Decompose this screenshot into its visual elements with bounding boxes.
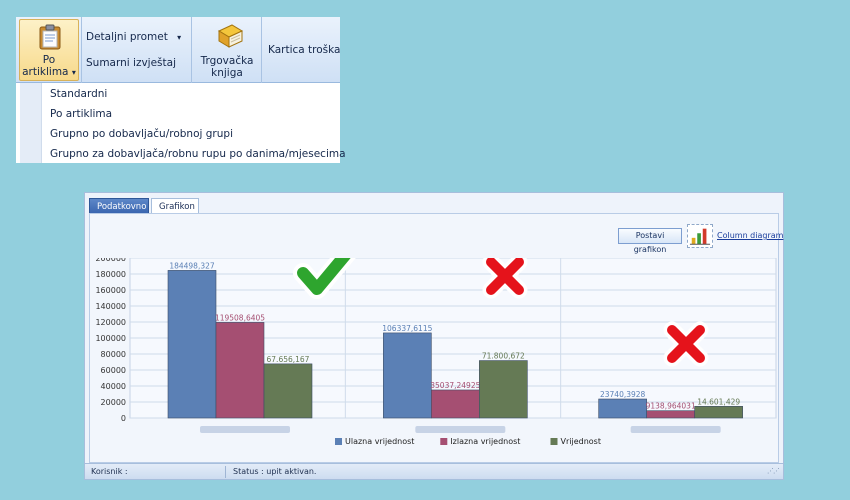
column-chart: 0 20000 40000 60000 80000 100000 120000 140000 1…	[95, 258, 777, 446]
y-tick-label: 40000	[101, 382, 126, 391]
y-tick-label: 140000	[95, 302, 126, 311]
ribbon-group-trgovacka: Trgovačka knjiga	[192, 17, 262, 83]
bar	[263, 363, 313, 419]
category-label-redacted	[630, 426, 721, 433]
legend-label: Izlazna vrijednost	[450, 437, 520, 446]
trgovacka-knjiga-button[interactable]: Trgovačka knjiga	[192, 17, 262, 83]
detaljni-promet-label: Detaljni promet	[86, 31, 168, 43]
y-tick-label: 60000	[101, 366, 126, 375]
tab-podatkovno[interactable]: Podatkovno	[89, 198, 149, 214]
bar	[215, 322, 265, 419]
resize-grip-icon[interactable]: ⋰⋰	[767, 467, 780, 475]
menu-icon-stripe	[20, 83, 42, 163]
ribbon-panel: Po artiklima ▾ Detaljni promet ▾ Sumarni…	[16, 17, 346, 163]
legend-label: Ulazna vrijednost	[345, 437, 414, 446]
data-label: 14.601,429	[697, 397, 740, 406]
legend-swatch	[550, 438, 558, 445]
sumarni-izvjestaj-button[interactable]: Sumarni izvještaj	[86, 57, 176, 69]
data-label: 106337,6115	[382, 324, 432, 333]
chevron-down-icon: ▾	[71, 68, 76, 77]
menu-item-grupno-dobavljac[interactable]: Grupno po dobavljaču/robnoj grupi	[50, 128, 233, 140]
legend-swatch	[440, 438, 448, 445]
kartica-troska-button[interactable]: Kartica troška	[268, 44, 340, 56]
bar	[431, 389, 480, 419]
data-label: 35037,24925	[430, 381, 480, 390]
postavi-grafikon-button[interactable]: Postavi grafikon	[618, 228, 682, 254]
menu-item-grupno-po-danima[interactable]: Grupno za dobavljača/robnu rupu po danim…	[50, 148, 346, 160]
chevron-down-icon: ▾	[177, 33, 182, 42]
po-artiklima-label-1: Po	[42, 54, 56, 66]
bar	[694, 406, 743, 419]
ribbon: Po artiklima ▾ Detaljni promet ▾ Sumarni…	[16, 17, 340, 83]
status-bar: Korisnik : Status : upit aktivan. ⋰⋰	[85, 463, 783, 479]
ribbon-group-reports: Detaljni promet ▾ Sumarni izvještaj	[82, 17, 192, 83]
trgovacka-label-2: knjiga	[211, 67, 243, 79]
category-label-redacted	[200, 426, 290, 433]
y-tick-label: 20000	[101, 398, 126, 407]
y-tick-label: 160000	[95, 286, 126, 295]
data-label: 23740,3928	[600, 390, 646, 399]
data-label: 9138,964031	[646, 402, 696, 411]
po-artiklima-dropdown-menu: Standardni Po artiklima Grupno po dobavl…	[20, 83, 346, 163]
tab-grafikon[interactable]: Grafikon	[151, 198, 199, 214]
chart-content-area: Postavi grafikon Column diagram 0 20000 40…	[89, 213, 783, 463]
y-tick-label: 200000	[95, 258, 126, 263]
column-chart-icon[interactable]	[687, 224, 713, 248]
data-label: 67.656,167	[267, 355, 310, 364]
bar	[383, 332, 432, 419]
y-tick-label: 120000	[95, 318, 126, 327]
clipboard-icon	[39, 24, 61, 50]
y-tick-label: 100000	[95, 334, 126, 343]
bar	[479, 360, 528, 419]
bar	[646, 410, 695, 419]
y-tick-label: 80000	[101, 350, 126, 359]
ribbon-group-po-artiklima: Po artiklima ▾	[16, 17, 82, 83]
legend-label: Vrijednost	[561, 437, 601, 446]
bar	[167, 270, 217, 419]
y-tick-label: 180000	[95, 270, 126, 279]
status-separator	[225, 466, 226, 478]
po-artiklima-label-2: artiklima ▾	[20, 66, 78, 79]
category-label-redacted	[415, 426, 506, 433]
y-tick-label: 0	[121, 414, 126, 423]
data-label: 119508,6405	[215, 313, 265, 322]
legend-swatch	[335, 438, 342, 445]
status-user-label: Korisnik :	[91, 467, 128, 476]
menu-item-po-artiklima[interactable]: Po artiklima	[50, 108, 112, 120]
ribbon-group-kartica: Kartica troška	[262, 17, 340, 83]
bar	[598, 398, 647, 419]
po-artiklima-button[interactable]: Po artiklima ▾	[19, 19, 79, 81]
data-label: 184498,327	[169, 261, 215, 270]
detaljni-promet-button[interactable]: Detaljni promet ▾	[86, 31, 181, 43]
chart-window: Podatkovno Grafikon Postavi grafikon Col…	[84, 192, 784, 480]
trgovacka-label-1: Trgovačka	[200, 55, 254, 67]
menu-item-standardni[interactable]: Standardni	[50, 88, 107, 100]
data-label: 71.800,672	[482, 352, 525, 361]
column-diagram-link[interactable]: Column diagram	[717, 231, 783, 240]
book-icon	[217, 24, 244, 48]
po-artiklima-label-2-text: artiklima	[22, 66, 69, 78]
status-text: Status : upit aktivan.	[233, 467, 317, 476]
